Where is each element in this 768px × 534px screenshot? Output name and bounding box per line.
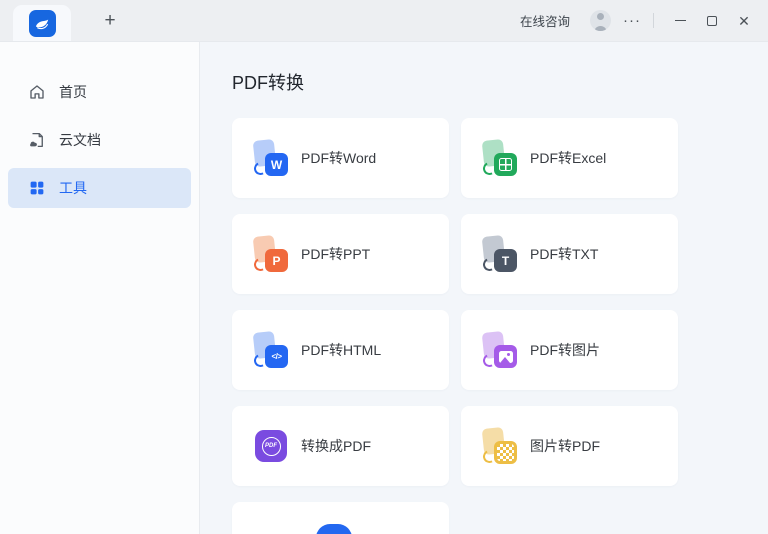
tool-card-partial[interactable] xyxy=(232,502,449,534)
tool-card-label: 转换成PDF xyxy=(301,438,371,454)
pdf-to-txt-icon: T xyxy=(481,234,517,273)
app-logo-icon xyxy=(28,9,56,37)
tool-card-label: PDF转HTML xyxy=(301,342,382,358)
sidebar-item-tools[interactable]: 工具 xyxy=(8,168,191,208)
convert-to-pdf-icon: PDF xyxy=(254,428,288,464)
tool-card-label: PDF转Word xyxy=(301,150,377,166)
tool-card-label: 图片转PDF xyxy=(530,438,600,454)
pdf-to-html-icon: </> xyxy=(252,330,288,369)
grid-icon xyxy=(28,179,46,197)
home-icon xyxy=(28,83,46,101)
icon-glyph: </> xyxy=(271,352,282,361)
sidebar-item-label: 云文档 xyxy=(59,132,101,148)
icon-glyph: T xyxy=(501,253,510,268)
tool-card-pdf-to-word[interactable]: W PDF转Word xyxy=(232,118,449,198)
tool-card-grid: W PDF转Word PDF转Excel P PDF转PPT T PDF转TXT… xyxy=(232,118,768,534)
image-to-pdf-icon xyxy=(481,426,517,465)
tool-card-label: PDF转PPT xyxy=(301,246,371,262)
sidebar-item-label: 工具 xyxy=(59,180,87,196)
icon-glyph: P xyxy=(272,253,281,268)
pdf-to-word-icon: W xyxy=(252,138,288,177)
pdf-to-excel-icon xyxy=(481,138,517,177)
app-body: 首页 云文档 工具 PDF转换 W PDF转Word PDF转Excel P P… xyxy=(0,42,768,534)
tool-card-pdf-to-html[interactable]: </> PDF转HTML xyxy=(232,310,449,390)
more-menu-icon[interactable]: ··· xyxy=(623,12,641,29)
tool-card-image-to-pdf[interactable]: 图片转PDF xyxy=(461,406,678,486)
tool-card-pdf-to-ppt[interactable]: P PDF转PPT xyxy=(232,214,449,294)
titlebar-divider xyxy=(653,13,654,28)
tool-card-label: PDF转TXT xyxy=(530,246,599,262)
minimize-button[interactable] xyxy=(666,7,694,35)
pdf-to-ppt-icon: P xyxy=(252,234,288,273)
icon-glyph: PDF xyxy=(261,436,281,456)
tool-card-pdf-to-excel[interactable]: PDF转Excel xyxy=(461,118,678,198)
partial-tool-icon xyxy=(316,524,352,534)
sidebar-item-home[interactable]: 首页 xyxy=(8,72,191,112)
app-tab[interactable] xyxy=(13,5,71,41)
main-content: PDF转换 W PDF转Word PDF转Excel P PDF转PPT T P… xyxy=(200,42,768,534)
user-avatar[interactable] xyxy=(590,10,611,31)
pdf-to-image-icon xyxy=(481,330,517,369)
tool-card-pdf-to-image[interactable]: PDF转图片 xyxy=(461,310,678,390)
maximize-button[interactable] xyxy=(698,7,726,35)
minimize-icon xyxy=(674,19,686,22)
tool-card-label: PDF转图片 xyxy=(530,342,600,358)
titlebar: + 在线咨询 ··· ✕ xyxy=(0,0,768,42)
online-service-link[interactable]: 在线咨询 xyxy=(520,11,570,30)
cloud-doc-icon xyxy=(28,131,46,149)
maximize-icon xyxy=(707,15,717,26)
app-window: + 在线咨询 ··· ✕ 首页 云文档 工具 PDF转换 W PDF转Word … xyxy=(0,0,768,534)
sidebar: 首页 云文档 工具 xyxy=(0,42,200,534)
sidebar-item-label: 首页 xyxy=(59,84,87,100)
page-title: PDF转换 xyxy=(232,73,304,93)
tool-card-convert-to-pdf[interactable]: PDF 转换成PDF xyxy=(232,406,449,486)
tool-card-label: PDF转Excel xyxy=(530,150,607,166)
icon-glyph: W xyxy=(270,157,283,172)
tool-card-pdf-to-txt[interactable]: T PDF转TXT xyxy=(461,214,678,294)
sidebar-item-cloud-docs[interactable]: 云文档 xyxy=(8,120,191,160)
new-tab-button[interactable]: + xyxy=(97,8,123,34)
close-button[interactable]: ✕ xyxy=(730,7,758,35)
